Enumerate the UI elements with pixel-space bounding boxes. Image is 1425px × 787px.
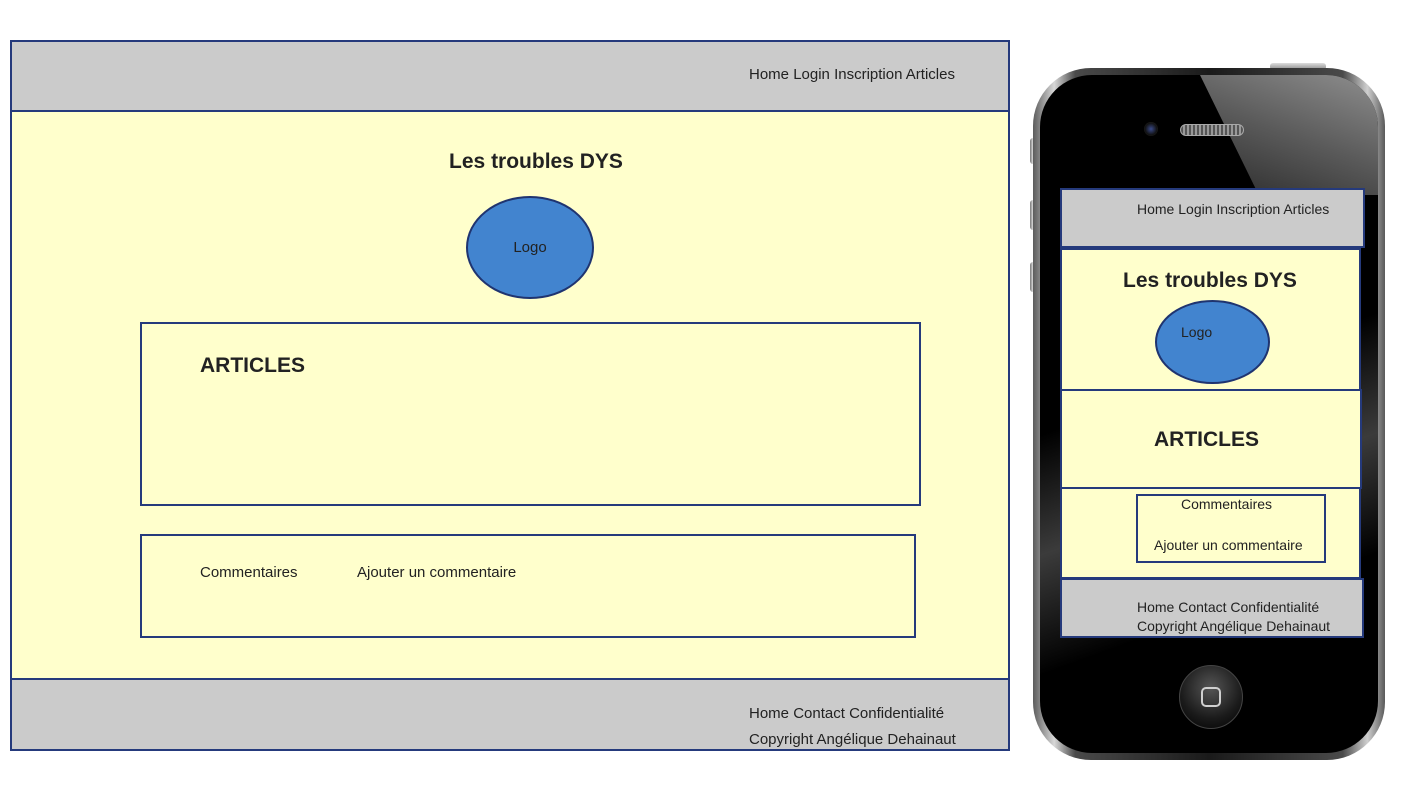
phone-speaker-icon <box>1180 124 1244 136</box>
home-square-icon <box>1201 687 1221 707</box>
nav-link-login[interactable]: Login <box>793 66 830 83</box>
mobile-nav: Home Login Inscription Articles <box>1137 201 1329 217</box>
mobile-footer-links: Home Contact Confidentialité <box>1137 599 1319 615</box>
nav-link-home[interactable]: Home <box>749 66 789 83</box>
footer-link-confidentialite[interactable]: Confidentialité <box>849 705 944 722</box>
mobile-nav-link-login[interactable]: Login <box>1178 201 1212 217</box>
mobile-comments-label: Commentaires <box>1181 496 1273 512</box>
desktop-comments-box <box>140 534 916 638</box>
desktop-logo: Logo <box>466 196 594 299</box>
mobile-footer-link-contact[interactable]: Contact <box>1178 599 1226 615</box>
mobile-nav-link-home[interactable]: Home <box>1137 201 1174 217</box>
mobile-footer-link-home[interactable]: Home <box>1137 599 1174 615</box>
mobile-nav-link-articles[interactable]: Articles <box>1283 201 1329 217</box>
desktop-logo-label: Logo <box>513 239 547 256</box>
phone-camera-icon <box>1144 122 1158 136</box>
desktop-nav: Home Login Inscription Articles <box>749 66 955 83</box>
mobile-copyright: Copyright Angélique Dehainaut <box>1137 618 1331 634</box>
mobile-footer-link-confidentialite[interactable]: Confidentialité <box>1230 599 1319 615</box>
mobile-articles-heading: ARTICLES <box>1154 428 1259 451</box>
nav-link-articles[interactable]: Articles <box>906 66 955 83</box>
mobile-header <box>1060 188 1365 248</box>
mobile-logo-label: Logo <box>1181 324 1213 340</box>
desktop-page-title: Les troubles DYS <box>449 150 623 173</box>
phone-home-button[interactable] <box>1179 665 1243 729</box>
desktop-comments-label: Commentaires <box>200 564 298 581</box>
desktop-footer-links: Home Contact Confidentialité <box>749 705 944 722</box>
footer-link-contact[interactable]: Contact <box>793 705 845 722</box>
mobile-add-comment-link[interactable]: Ajouter un commentaire <box>1154 537 1303 553</box>
nav-link-inscription[interactable]: Inscription <box>834 66 902 83</box>
mobile-page-title: Les troubles DYS <box>1123 269 1297 292</box>
desktop-add-comment-link[interactable]: Ajouter un commentaire <box>357 564 516 581</box>
mobile-logo: Logo <box>1155 300 1270 384</box>
mobile-nav-link-inscription[interactable]: Inscription <box>1216 201 1280 217</box>
desktop-copyright: Copyright Angélique Dehainaut <box>749 731 956 748</box>
footer-link-home[interactable]: Home <box>749 705 789 722</box>
desktop-articles-heading: ARTICLES <box>200 354 305 377</box>
desktop-articles-box <box>140 322 921 506</box>
